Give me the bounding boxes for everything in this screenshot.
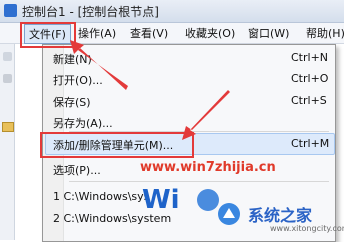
watermark-url: www.win7zhijia.cn — [140, 160, 276, 175]
xitongzhijia-logo-icon — [218, 203, 240, 225]
svg-text:Wi: Wi — [142, 185, 180, 214]
brand-site-url: www.xitongcity.com — [270, 224, 344, 233]
arrow-to-file-menu — [70, 40, 128, 90]
arrow-to-snapin — [182, 90, 230, 140]
win7-logo-icon: Wi — [142, 185, 219, 214]
brand-logo-text: 系统之家 — [248, 206, 313, 225]
